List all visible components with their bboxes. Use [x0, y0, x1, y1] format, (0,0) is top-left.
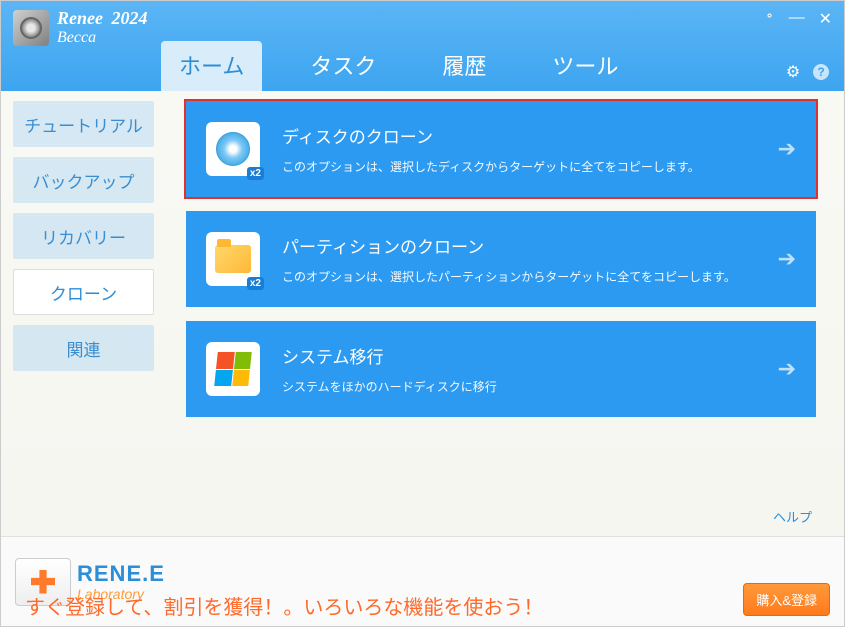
card-desc: このオプションは、選択したディスクからターゲットに全てをコピーします。 [282, 158, 756, 175]
sidebar-item-backup[interactable]: バックアップ [13, 157, 154, 203]
folder-icon: x2 [206, 232, 260, 286]
brand-text: Renee 2024 Becca [57, 9, 147, 46]
card-title: ディスクのクローン [282, 123, 756, 148]
option-disk-clone[interactable]: x2 ディスクのクローン このオプションは、選択したディスクからターゲットに全て… [186, 101, 816, 197]
disk-icon: x2 [206, 122, 260, 176]
logo-area: Renee 2024 Becca [13, 9, 147, 46]
tab-history[interactable]: 履歴 [424, 41, 504, 91]
card-text: ディスクのクローン このオプションは、選択したディスクからターゲットに全てをコピ… [282, 123, 756, 175]
brand-year: 2024 [111, 8, 147, 28]
content: チュートリアル バックアップ リカバリー クローン 関連 x2 ディスクのクロー… [1, 91, 844, 536]
badge-x2: x2 [247, 277, 264, 290]
sidebar-item-tutorial[interactable]: チュートリアル [13, 101, 154, 147]
pin-icon[interactable] [765, 9, 775, 29]
promo-text: すぐ登録して、割引を獲得！。いろいろな機能を使おう！ [25, 591, 543, 620]
sidebar-item-recovery[interactable]: リカバリー [13, 213, 154, 259]
tab-task[interactable]: タスク [292, 41, 394, 91]
header: Renee 2024 Becca — ✕ ホーム タスク 履歴 ツール [1, 1, 844, 91]
buy-register-button[interactable]: 購入&登録 [743, 583, 830, 616]
brand-sub: Becca [57, 29, 147, 47]
arrow-right-icon: ➔ [778, 356, 796, 382]
sidebar-item-clone[interactable]: クローン [13, 269, 154, 315]
card-text: パーティションのクローン このオプションは、選択したパーティションからターゲット… [282, 233, 756, 285]
card-desc: システムをほかのハードディスクに移行 [282, 378, 756, 395]
window-controls: — ✕ [765, 9, 832, 29]
arrow-right-icon: ➔ [778, 136, 796, 162]
arrow-right-icon: ➔ [778, 246, 796, 272]
tab-tool[interactable]: ツール [534, 41, 636, 91]
option-partition-clone[interactable]: x2 パーティションのクローン このオプションは、選択したパーティションからター… [186, 211, 816, 307]
option-system-migrate[interactable]: システム移行 システムをほかのハードディスクに移行 ➔ [186, 321, 816, 417]
tab-home[interactable]: ホーム [161, 41, 262, 91]
help-icon[interactable] [812, 63, 830, 81]
footer: RENE.E Laboratory すぐ登録して、割引を獲得！。いろいろな機能を… [1, 536, 844, 626]
app-window: Renee 2024 Becca — ✕ ホーム タスク 履歴 ツール チュート… [0, 0, 845, 627]
gear-icon[interactable] [784, 63, 802, 81]
card-title: システム移行 [282, 343, 756, 368]
help-link[interactable]: ヘルプ [773, 507, 812, 526]
minimize-button[interactable]: — [789, 9, 805, 29]
badge-x2: x2 [247, 167, 264, 180]
safe-icon [13, 10, 49, 46]
card-title: パーティションのクローン [282, 233, 756, 258]
sidebar-item-related[interactable]: 関連 [13, 325, 154, 371]
main-panel: x2 ディスクのクローン このオプションは、選択したディスクからターゲットに全て… [166, 91, 844, 536]
card-desc: このオプションは、選択したパーティションからターゲットに全てをコピーします。 [282, 268, 756, 285]
sidebar: チュートリアル バックアップ リカバリー クローン 関連 [1, 91, 166, 536]
card-text: システム移行 システムをほかのハードディスクに移行 [282, 343, 756, 395]
close-button[interactable]: ✕ [819, 9, 832, 29]
header-icons [784, 63, 830, 81]
footer-brand-name: RENE.E [77, 563, 165, 585]
windows-icon [206, 342, 260, 396]
brand-name: Renee [57, 8, 103, 28]
nav-tabs: ホーム タスク 履歴 ツール [161, 41, 636, 91]
